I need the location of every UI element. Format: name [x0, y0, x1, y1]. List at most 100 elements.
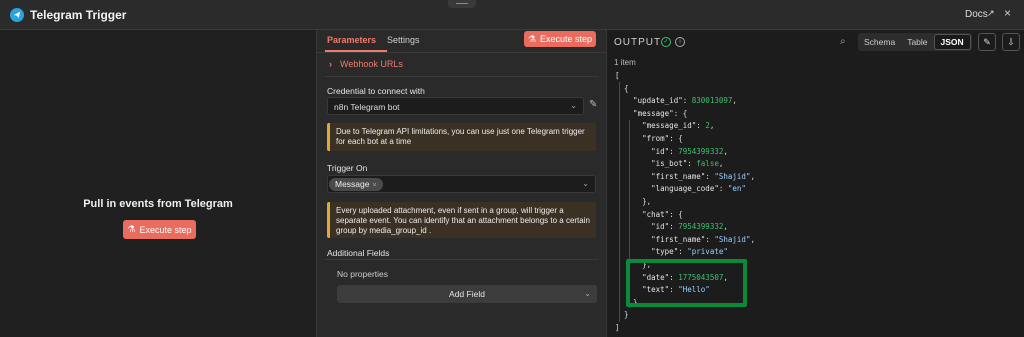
json-key: "id"	[615, 146, 670, 156]
credential-select[interactable]: n8n Telegram bot ⌄	[327, 97, 584, 115]
json-line: [	[615, 70, 755, 83]
json-value: "private"	[687, 247, 728, 257]
add-field-button[interactable]: Add Field ⌄	[337, 285, 597, 303]
json-punct: [	[615, 71, 620, 80]
window-title: Telegram Trigger	[30, 8, 127, 22]
credential-label: Credential to connect with	[327, 86, 425, 96]
trigger-chip-message[interactable]: Message ×	[329, 178, 383, 191]
json-line: "chat": {	[615, 209, 683, 219]
view-schema[interactable]: Schema	[858, 37, 901, 47]
json-punct: ,	[723, 146, 728, 156]
json-punct: ,	[709, 121, 715, 131]
tab-parameters[interactable]: Parameters	[327, 35, 376, 45]
add-field-label: Add Field	[449, 289, 485, 299]
json-line: {	[615, 83, 755, 96]
json-value: {	[678, 133, 683, 143]
trigger-on-label: Trigger On	[327, 163, 368, 173]
json-line: "is_bot": false,	[615, 159, 724, 169]
attachment-notice: Every uploaded attachment, even if sent …	[327, 202, 596, 238]
webhook-urls-label: Webhook URLs	[340, 59, 403, 69]
json-value: 830013097	[691, 96, 733, 106]
json-value: "Shajid"	[714, 171, 751, 181]
json-line: }	[615, 309, 755, 322]
external-link-icon[interactable]: ↗	[987, 8, 995, 19]
json-line: "first_name": "Shajid",	[615, 234, 755, 244]
json-value: "en"	[727, 184, 746, 194]
chevron-down-icon: ⌄	[584, 289, 591, 298]
json-line: "first_name": "Shajid",	[615, 171, 755, 181]
json-punct: ]	[615, 322, 620, 332]
json-line: "from": {	[615, 133, 683, 143]
json-punct: ,	[723, 222, 728, 232]
json-key: "from"	[615, 133, 670, 143]
json-punct: ,	[732, 96, 737, 106]
input-panel-title: Pull in events from Telegram	[83, 198, 233, 210]
json-key: "update_id"	[615, 96, 683, 106]
json-value: 7954399332	[678, 222, 724, 232]
json-line: "type": "private"	[615, 247, 728, 257]
json-key: "id"	[615, 222, 670, 232]
chevron-down-icon: ⌄	[570, 101, 577, 110]
json-line: "message_id": 2,	[615, 121, 715, 131]
flask-icon: ⚗	[527, 33, 537, 44]
json-punct: }	[615, 310, 629, 320]
json-key: "message_id"	[615, 121, 697, 131]
no-properties-text: No properties	[337, 269, 389, 279]
json-line: "message": {	[615, 108, 688, 118]
telegram-icon	[10, 8, 24, 22]
additional-fields-label: Additional Fields	[327, 248, 390, 258]
view-switcher: Schema Table JSON	[858, 33, 972, 51]
divider	[317, 52, 608, 53]
json-value: "Shajid"	[714, 234, 751, 244]
json-value: {	[678, 209, 683, 219]
parameters-panel: Parameters Settings ⚗ Execute step › Webh…	[316, 30, 608, 337]
docs-link[interactable]: Docs	[965, 9, 988, 20]
tab-settings[interactable]: Settings	[387, 35, 420, 45]
chip-label: Message	[335, 179, 370, 189]
info-icon[interactable]: i	[675, 37, 685, 47]
output-title: OUTPUT	[614, 37, 662, 48]
json-key: "chat"	[615, 209, 670, 219]
json-key: "language_code"	[615, 184, 719, 194]
execute-step-button-left[interactable]: ⚗ Execute step	[123, 220, 196, 239]
item-count: 1 item	[614, 58, 636, 67]
pin-icon: ⇩	[1007, 37, 1015, 47]
json-line: "id": 7954399332,	[615, 222, 728, 232]
execute-step-label: Execute step	[139, 224, 192, 235]
flask-icon: ⚗	[127, 224, 136, 234]
json-punct: ,	[718, 159, 724, 169]
search-icon[interactable]: ⌕	[840, 36, 846, 47]
close-button[interactable]: ×	[1004, 6, 1011, 20]
drag-handle[interactable]	[448, 0, 476, 8]
output-panel: OUTPUT ✓ i 1 item ⌕ Schema Table JSON ✎ …	[607, 30, 1024, 337]
webhook-urls-toggle[interactable]: › Webhook URLs	[329, 59, 403, 69]
chevron-right-icon: ›	[329, 59, 332, 69]
json-key: "type"	[615, 247, 679, 257]
view-json[interactable]: JSON	[933, 34, 971, 50]
credential-value: n8n Telegram bot	[334, 102, 400, 112]
chip-remove-icon[interactable]: ×	[373, 182, 377, 189]
json-line: ]	[615, 322, 755, 335]
divider	[325, 76, 599, 77]
divider	[325, 259, 599, 260]
edit-pencil-icon[interactable]: ✎	[589, 99, 597, 110]
json-punct: {	[615, 83, 629, 93]
json-punct: ,	[750, 171, 755, 181]
json-value: 7954399332	[678, 146, 724, 156]
json-punct: },	[615, 196, 652, 206]
view-table[interactable]: Table	[901, 37, 933, 47]
json-key: "first_name"	[615, 234, 706, 244]
json-value: {	[682, 108, 688, 118]
pin-output-button[interactable]: ⇩	[1002, 33, 1020, 51]
json-line: "language_code": "en"	[615, 184, 746, 194]
edit-output-button[interactable]: ✎	[978, 33, 996, 51]
input-panel: Pull in events from Telegram ⚗ Execute s…	[0, 30, 316, 337]
json-key: "message"	[615, 108, 674, 118]
highlight-box	[626, 259, 747, 307]
telegram-limit-notice: Due to Telegram API limitations, you can…	[327, 123, 596, 151]
title-bar: Telegram Trigger Docs ↗ ×	[0, 0, 1024, 30]
json-value: false	[696, 159, 719, 169]
execute-step-button[interactable]: ⚗ Execute step	[524, 31, 596, 47]
success-check-icon: ✓	[661, 37, 671, 47]
node-window: Telegram Trigger Docs ↗ × Pull in events…	[0, 0, 1024, 337]
